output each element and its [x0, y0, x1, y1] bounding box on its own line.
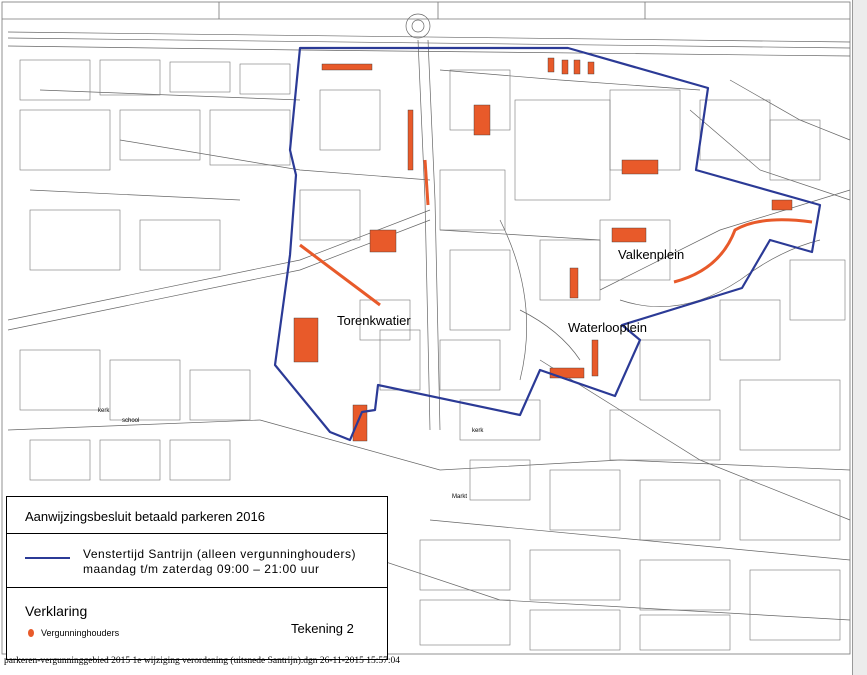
zone-boundary-swatch: [25, 557, 70, 559]
drawing-number: Tekening 2: [291, 621, 354, 636]
legend-heading: Verklaring: [25, 603, 88, 619]
permit-holder-marker-swatch: [28, 629, 34, 637]
zone-description-line-1: Venstertijd Santrijn (alleen vergunningh…: [83, 547, 356, 561]
permit-holder-parking-markers: [293, 57, 793, 442]
legend-divider: [7, 533, 387, 534]
school-label: school: [122, 418, 140, 424]
zone-description-line-2: maandag t/m zaterdag 09:00 – 21:00 uur: [83, 562, 320, 576]
church-label: kerk: [472, 428, 484, 434]
place-label-valkenplein: Valkenplein: [618, 247, 685, 262]
place-label-torenkwatier: Torenkwatier: [337, 313, 411, 328]
legend-divider: [7, 587, 387, 588]
map-legend: Aanwijzingsbesluit betaald parkeren 2016…: [6, 496, 388, 660]
zone-description: Venstertijd Santrijn (alleen vergunningh…: [83, 547, 356, 577]
permit-holder-marker-label: Vergunninghouders: [41, 628, 120, 638]
legend-title: Aanwijzingsbesluit betaald parkeren 2016: [25, 509, 265, 524]
market-label: Markt: [452, 494, 467, 500]
window-scrollbar[interactable]: [852, 0, 867, 675]
church-label: kerk: [98, 408, 110, 414]
venstertijd-zone-boundary: [273, 46, 822, 442]
file-info-footer: parkeren-vergunninggebied 2015 1e wijzig…: [4, 656, 401, 666]
place-label-waterlooplein: Waterlooplein: [568, 320, 648, 335]
